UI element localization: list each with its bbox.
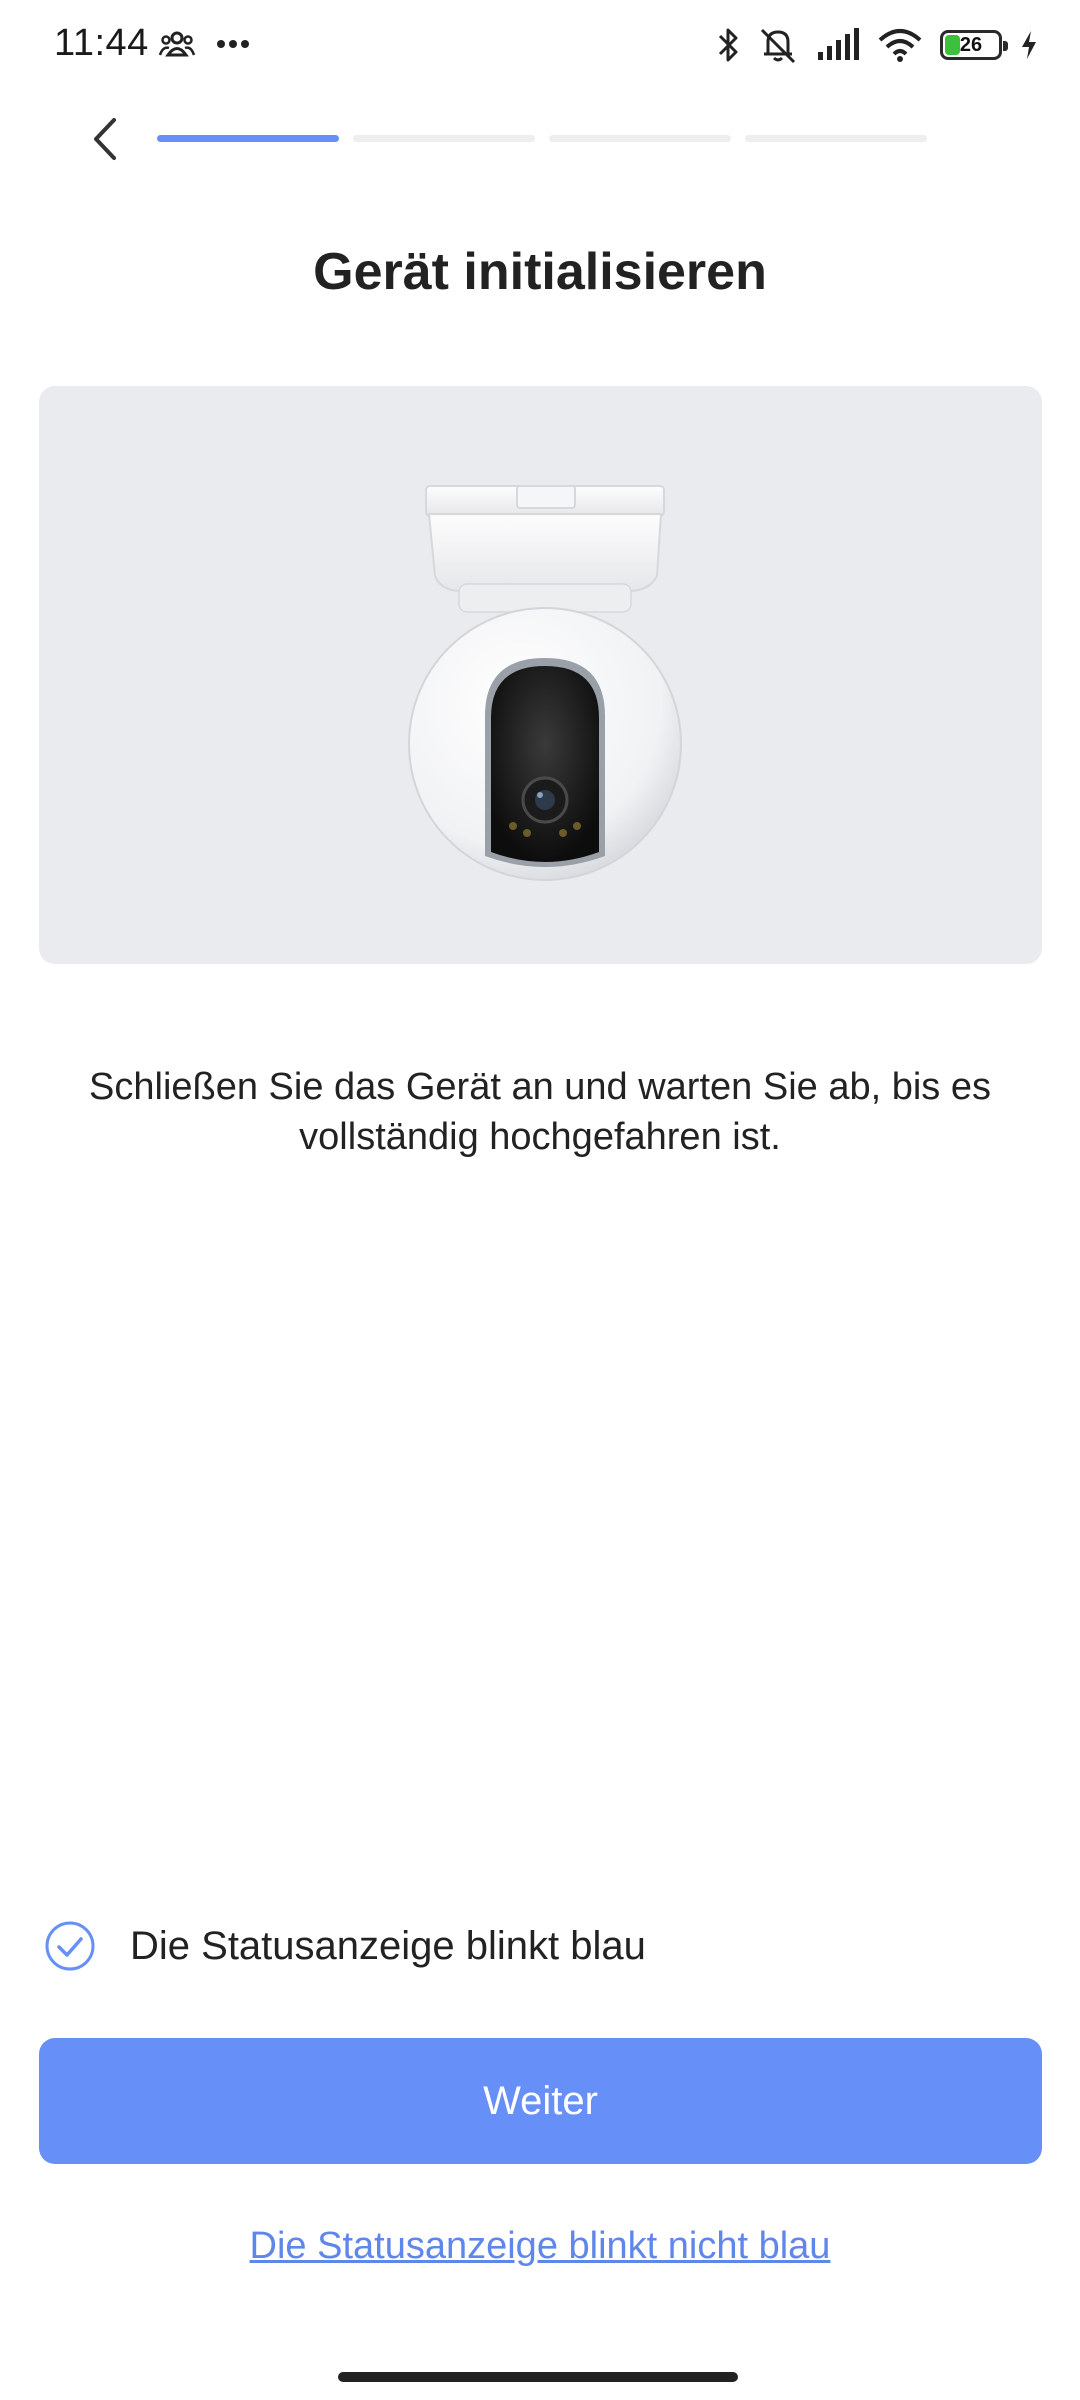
check-circle-icon[interactable]: [44, 1920, 96, 1972]
bluetooth-icon: [718, 28, 738, 62]
status-check-row[interactable]: Die Statusanzeige blinkt blau: [44, 1920, 646, 1972]
camera-device-image: [408, 485, 682, 881]
battery-level: 26: [959, 34, 983, 56]
progress-step-1: [157, 135, 339, 142]
progress-step-4: [745, 135, 927, 142]
progress-step-3: [549, 135, 731, 142]
status-time: 11:44: [54, 22, 149, 64]
status-bar: 11:44 26: [0, 0, 1080, 96]
people-icon: [158, 31, 196, 57]
charging-icon: [1022, 31, 1036, 59]
more-dots-icon: [217, 40, 249, 48]
next-button[interactable]: Weiter: [39, 2038, 1042, 2164]
page-title: Gerät initialisieren: [313, 243, 767, 301]
chevron-left-icon: [94, 118, 116, 160]
instruction-text: Schließen Sie das Gerät an und warten Si…: [89, 1066, 991, 1158]
status-right-icons: 26: [716, 26, 1038, 64]
mute-icon: [760, 28, 796, 64]
back-button[interactable]: [80, 108, 130, 170]
battery-icon: 26: [940, 30, 1008, 60]
progress-step-2: [353, 135, 535, 142]
status-left-icons: [158, 30, 250, 58]
wifi-icon: [878, 29, 922, 62]
step-progress: [157, 135, 927, 142]
device-image-card: [39, 386, 1042, 964]
status-check-label: Die Statusanzeige blinkt blau: [130, 1923, 646, 1968]
not-blinking-link[interactable]: Die Statusanzeige blinkt nicht blau: [0, 2225, 1080, 2268]
home-indicator[interactable]: [338, 2372, 738, 2382]
signal-icon: [818, 28, 859, 60]
